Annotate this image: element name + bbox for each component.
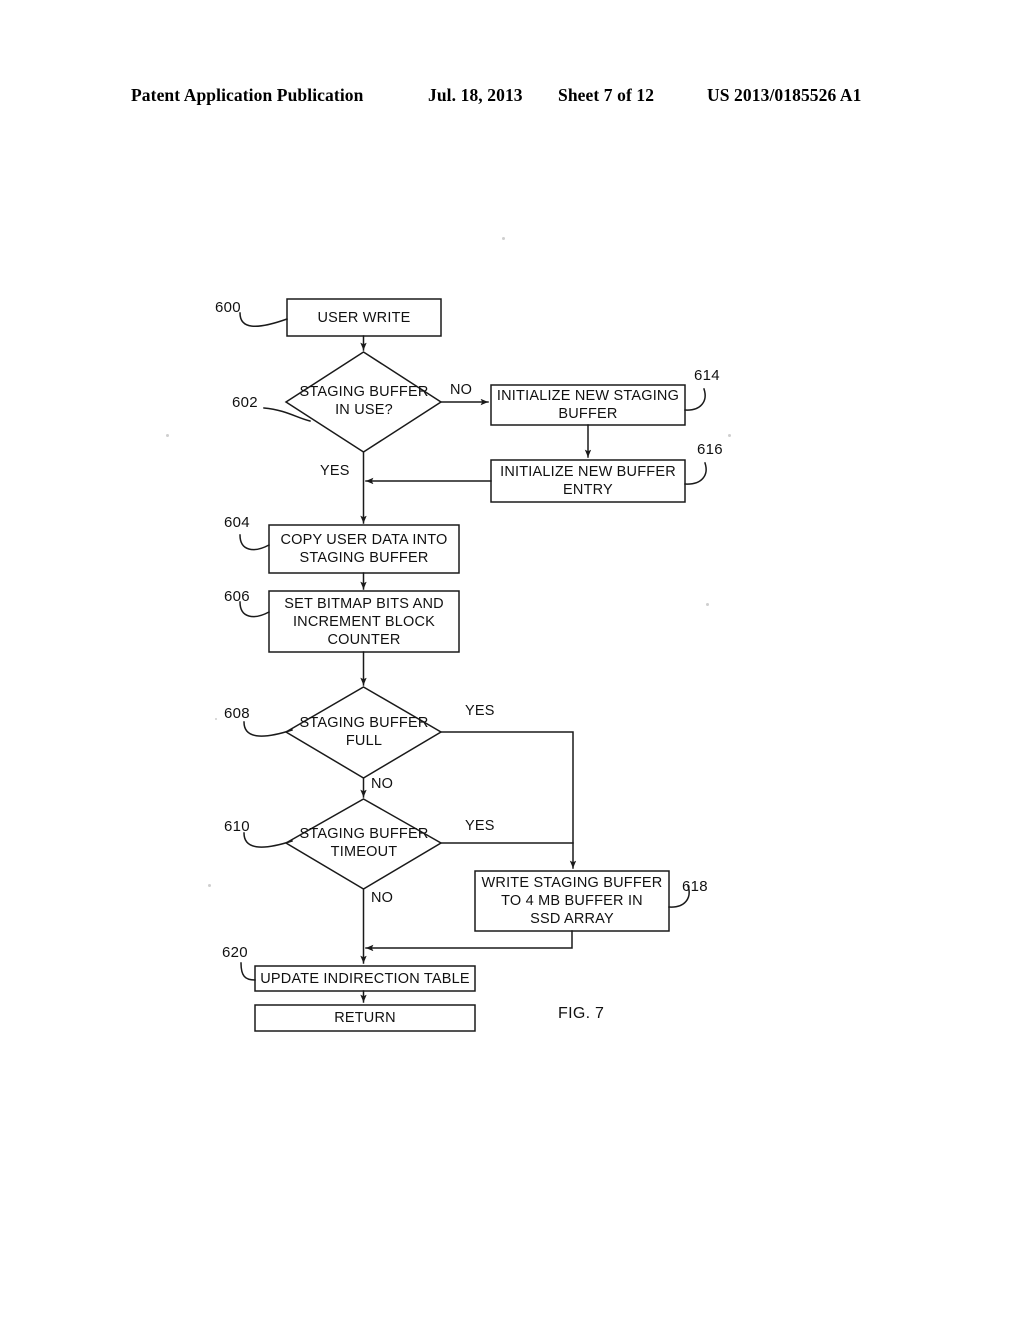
ref-number-604: 604	[224, 514, 250, 531]
flowchart-figure: USER WRITE STAGING BUFFER IN USE? INITIA…	[0, 0, 1024, 1320]
node-shape-616	[490, 459, 686, 503]
ref-number-616: 616	[697, 441, 723, 458]
node-shape-620	[254, 965, 476, 992]
edge-label-610-no: NO	[371, 890, 394, 906]
leader-610	[243, 832, 293, 848]
edge-label-602-no: NO	[450, 382, 473, 398]
ref-number-602: 602	[232, 394, 258, 411]
node-shape-618	[474, 870, 670, 932]
edge-label-610-yes: YES	[465, 818, 495, 834]
node-shape-614	[490, 384, 686, 426]
node-shape-608	[284, 686, 443, 779]
ref-number-606: 606	[224, 588, 250, 605]
node-shape-600	[286, 298, 442, 337]
edge-608-yes-to-618	[440, 731, 577, 869]
ref-number-620: 620	[222, 944, 248, 961]
leader-602	[263, 407, 311, 422]
leader-614	[684, 388, 706, 411]
leader-600	[239, 312, 288, 328]
figure-caption: FIG. 7	[558, 1005, 605, 1022]
leader-604	[239, 534, 271, 551]
ref-number-608: 608	[224, 705, 250, 722]
node-shape-return	[254, 1004, 476, 1032]
ref-number-618: 618	[682, 878, 708, 895]
flowchart-vector-layer	[239, 298, 707, 1032]
node-shape-610	[284, 798, 443, 890]
leader-620	[240, 962, 256, 981]
node-shape-602	[284, 351, 443, 453]
ref-number-614: 614	[694, 367, 720, 384]
edge-label-608-yes: YES	[465, 703, 495, 719]
node-shape-606	[268, 590, 460, 653]
edge-label-602-yes: YES	[320, 463, 350, 479]
ref-number-610: 610	[224, 818, 250, 835]
edge-618-to-620	[365, 930, 573, 952]
ref-number-600: 600	[215, 299, 241, 316]
edge-label-608-no: NO	[371, 776, 394, 792]
leader-616	[684, 462, 707, 485]
node-shape-604	[268, 524, 460, 574]
leader-608	[243, 721, 293, 737]
